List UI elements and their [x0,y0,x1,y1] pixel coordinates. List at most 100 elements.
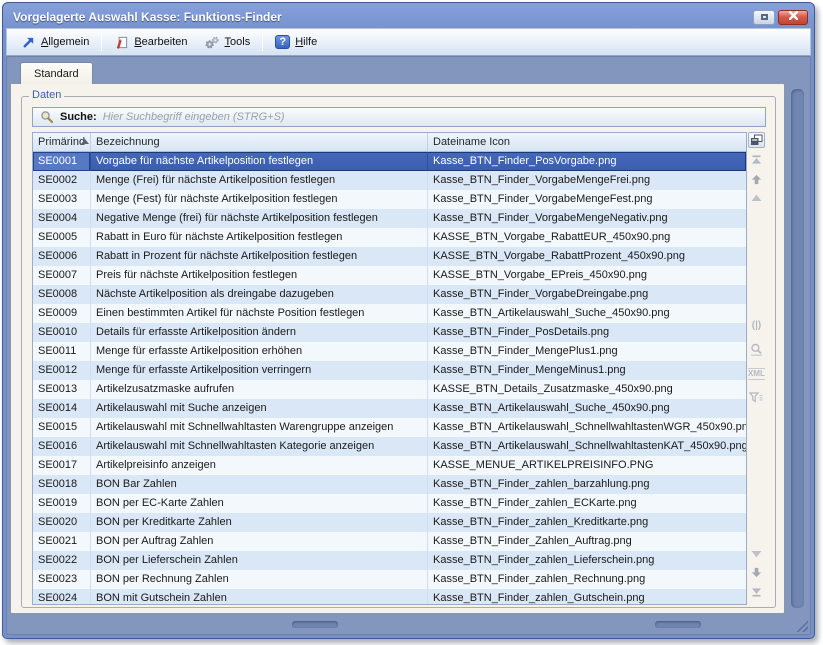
page-up-button[interactable] [751,174,762,185]
cell-dateiname[interactable]: Kasse_BTN_Artikelauswahl_Suche_450x90.pn… [428,399,746,418]
table-row[interactable]: SE0009 Einen bestimmten Artikel für näch… [33,304,746,323]
table-row[interactable]: SE0021 BON per Auftrag Zahlen Kasse_BTN_… [33,532,746,551]
cell-dateiname[interactable]: Kasse_BTN_Finder_PosDetails.png [428,323,746,342]
cell-primaerind[interactable]: SE0001 [33,152,91,171]
column-chooser-button[interactable] [748,132,765,148]
table-row[interactable]: SE0024 BON mit Gutschein Zahlen Kasse_BT… [33,589,746,605]
table-row[interactable]: SE0005 Rabatt in Euro für nächste Artike… [33,228,746,247]
table-row[interactable]: SE0011 Menge für erfasste Artikelpositio… [33,342,746,361]
column-header-bezeichnung[interactable]: Bezeichnung [91,133,428,151]
cell-dateiname[interactable]: Kasse_BTN_Finder_zahlen_barzahlung.png [428,475,746,494]
table-row[interactable]: SE0006 Rabatt in Prozent für nächste Art… [33,247,746,266]
table-row[interactable]: SE0023 BON per Rechnung Zahlen Kasse_BTN… [33,570,746,589]
cell-primaerind[interactable]: SE0008 [33,285,91,304]
cell-dateiname[interactable]: Kasse_BTN_Finder_zahlen_ECKarte.png [428,494,746,513]
next-row-button[interactable] [751,550,762,558]
previous-row-button[interactable] [751,194,762,202]
cell-bezeichnung[interactable]: Artikelpreisinfo anzeigen [91,456,428,475]
title-bar[interactable]: Vorgelagerte Auswahl Kasse: Funktions-Fi… [6,6,811,28]
toolbar-item-hilfe[interactable]: ? Hilfe [267,32,325,52]
cell-bezeichnung[interactable]: Rabatt in Euro für nächste Artikelpositi… [91,228,428,247]
cell-primaerind[interactable]: SE0011 [33,342,91,361]
cell-dateiname[interactable]: KASSE_BTN_Vorgabe_RabattProzent_450x90.p… [428,247,746,266]
cell-bezeichnung[interactable]: BON per Auftrag Zahlen [91,532,428,551]
cell-dateiname[interactable]: Kasse_BTN_Finder_VorgabeMengeNegativ.png [428,209,746,228]
table-row[interactable]: SE0002 Menge (Frei) für nächste Artikelp… [33,171,746,190]
cell-primaerind[interactable]: SE0006 [33,247,91,266]
restore-button[interactable] [753,10,775,25]
cell-dateiname[interactable]: KASSE_BTN_Vorgabe_RabattEUR_450x90.png [428,228,746,247]
table-row[interactable]: SE0008 Nächste Artikelposition als drein… [33,285,746,304]
table-row[interactable]: SE0007 Preis für nächste Artikelposition… [33,266,746,285]
column-header-primaerind[interactable]: Primärind [33,133,91,151]
cell-dateiname[interactable]: Kasse_BTN_Finder_zahlen_Rechnung.png [428,570,746,589]
cell-bezeichnung[interactable]: Menge (Fest) für nächste Artikelposition… [91,190,428,209]
cell-bezeichnung[interactable]: Artikelauswahl mit Schnellwahltasten War… [91,418,428,437]
cell-primaerind[interactable]: SE0009 [33,304,91,323]
cell-dateiname[interactable]: Kasse_BTN_Finder_VorgabeDreingabe.png [428,285,746,304]
cell-primaerind[interactable]: SE0007 [33,266,91,285]
cell-primaerind[interactable]: SE0018 [33,475,91,494]
table-row[interactable]: SE0020 BON per Kreditkarte Zahlen Kasse_… [33,513,746,532]
cell-bezeichnung[interactable]: Artikelauswahl mit Schnellwahltasten Kat… [91,437,428,456]
cell-bezeichnung[interactable]: Menge (Frei) für nächste Artikelposition… [91,171,428,190]
go-first-row-button[interactable] [751,155,762,165]
table-row[interactable]: SE0014 Artikelauswahl mit Suche anzeigen… [33,399,746,418]
cell-bezeichnung[interactable]: Preis für nächste Artikelposition festle… [91,266,428,285]
cell-primaerind[interactable]: SE0003 [33,190,91,209]
cell-bezeichnung[interactable]: BON per Rechnung Zahlen [91,570,428,589]
cell-dateiname[interactable]: KASSE_MENUE_ARTIKELPREISINFO.PNG [428,456,746,475]
table-row[interactable]: SE0022 BON per Lieferschein Zahlen Kasse… [33,551,746,570]
cell-primaerind[interactable]: SE0020 [33,513,91,532]
cell-dateiname[interactable]: Kasse_BTN_Finder_MengeMinus1.png [428,361,746,380]
cell-dateiname[interactable]: Kasse_BTN_Finder_zahlen_Kreditkarte.png [428,513,746,532]
cell-bezeichnung[interactable]: Vorgabe für nächste Artikelposition fest… [91,152,428,171]
table-row[interactable]: SE0012 Menge für erfasste Artikelpositio… [33,361,746,380]
go-last-row-button[interactable] [751,587,762,597]
cell-bezeichnung[interactable]: Artikelauswahl mit Suche anzeigen [91,399,428,418]
cell-dateiname[interactable]: KASSE_BTN_Details_Zusatzmaske_450x90.png [428,380,746,399]
cell-primaerind[interactable]: SE0021 [33,532,91,551]
cell-primaerind[interactable]: SE0023 [33,570,91,589]
cell-primaerind[interactable]: SE0024 [33,589,91,605]
cell-bezeichnung[interactable]: Negative Menge (frei) für nächste Artike… [91,209,428,228]
cell-bezeichnung[interactable]: BON per EC-Karte Zahlen [91,494,428,513]
toolbar-item-allgemein[interactable]: Allgemein [13,32,97,53]
cell-bezeichnung[interactable]: Rabatt in Prozent für nächste Artikelpos… [91,247,428,266]
table-row[interactable]: SE0010 Details für erfasste Artikelposit… [33,323,746,342]
cell-bezeichnung[interactable]: BON per Lieferschein Zahlen [91,551,428,570]
cell-primaerind[interactable]: SE0010 [33,323,91,342]
table-row[interactable]: SE0003 Menge (Fest) für nächste Artikelp… [33,190,746,209]
cell-primaerind[interactable]: SE0022 [33,551,91,570]
table-row[interactable]: SE0016 Artikelauswahl mit Schnellwahltas… [33,437,746,456]
cell-bezeichnung[interactable]: BON per Kreditkarte Zahlen [91,513,428,532]
xml-export-icon[interactable]: XML [748,368,765,380]
cell-bezeichnung[interactable]: Einen bestimmten Artikel für nächste Pos… [91,304,428,323]
toolbar-item-bearbeiten[interactable]: Bearbeiten [106,32,195,53]
cell-dateiname[interactable]: Kasse_BTN_Finder_VorgabeMengeFest.png [428,190,746,209]
cell-bezeichnung[interactable]: Menge für erfasste Artikelposition verri… [91,361,428,380]
cell-bezeichnung[interactable]: BON Bar Zahlen [91,475,428,494]
cell-primaerind[interactable]: SE0004 [33,209,91,228]
record-count-icon[interactable]: (|) [752,320,761,331]
tab-standard[interactable]: Standard [20,62,93,84]
cell-bezeichnung[interactable]: BON mit Gutschein Zahlen [91,589,428,605]
table-row[interactable]: SE0013 Artikelzusatzmaske aufrufen KASSE… [33,380,746,399]
table-row[interactable]: SE0018 BON Bar Zahlen Kasse_BTN_Finder_z… [33,475,746,494]
cell-primaerind[interactable]: SE0016 [33,437,91,456]
table-row[interactable]: SE0019 BON per EC-Karte Zahlen Kasse_BTN… [33,494,746,513]
cell-dateiname[interactable]: Kasse_BTN_Finder_zahlen_Lieferschein.png [428,551,746,570]
resize-grip[interactable] [795,619,808,632]
cell-primaerind[interactable]: SE0012 [33,361,91,380]
cell-primaerind[interactable]: SE0002 [33,171,91,190]
search-input[interactable]: Suche: Hier Suchbegriff eingeben (STRG+S… [32,107,766,127]
table-row[interactable]: SE0015 Artikelauswahl mit Schnellwahltas… [33,418,746,437]
table-row[interactable]: SE0001 Vorgabe für nächste Artikelpositi… [33,152,746,171]
incremental-search-button[interactable] [750,343,763,356]
toolbar-item-tools[interactable]: Tools [196,32,259,53]
page-down-button[interactable] [751,567,762,578]
close-button[interactable] [778,10,808,25]
column-header-dateiname-icon[interactable]: Dateiname Icon [428,133,746,151]
cell-dateiname[interactable]: Kasse_BTN_Finder_Zahlen_Auftrag.png [428,532,746,551]
cell-dateiname[interactable]: Kasse_BTN_Artikelauswahl_Suche_450x90.pn… [428,304,746,323]
